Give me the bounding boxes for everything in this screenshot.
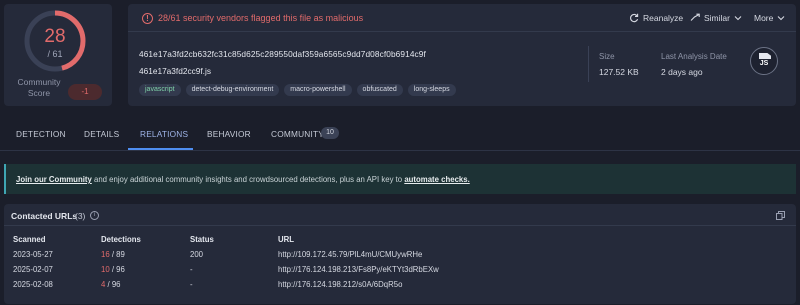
section-header: Contacted URLs (3) i <box>4 204 796 226</box>
tab-divider <box>0 150 800 151</box>
tag-obfuscated[interactable]: obfuscated <box>356 84 403 96</box>
scanned-date: 2025-02-07 <box>13 265 53 274</box>
community-banner: Join our Community and enjoy additional … <box>4 164 796 194</box>
meta-divider <box>588 46 589 82</box>
community-score-badge[interactable]: -1 <box>68 84 102 100</box>
last-analysis-label: Last Analysis Date <box>661 52 727 61</box>
table-row[interactable]: 2025-02-08 4 / 96 - http://176.124.198.2… <box>4 280 796 295</box>
url-link[interactable]: http://176.124.198.213/Fs8Py/eKTYt3dRbEX… <box>278 265 439 274</box>
file-hash[interactable]: 461e17a3fd2cb632fc31c85d625c289550daf359… <box>139 49 426 59</box>
detection-count: 28 <box>44 26 66 47</box>
table-row[interactable]: 2023-05-27 16 / 89 200 http://109.172.45… <box>4 250 796 265</box>
tag-long-sleeps[interactable]: long-sleeps <box>407 84 456 96</box>
detections-total: / 89 <box>109 250 125 259</box>
status-cell: - <box>190 265 193 274</box>
detections-cell: 10 / 96 <box>101 265 125 274</box>
community-score-label: Community Score <box>17 77 61 98</box>
js-file-icon: JS <box>750 47 778 75</box>
detections-malicious: 16 <box>101 250 110 259</box>
section-count: (3) <box>75 211 86 221</box>
url-link[interactable]: http://109.172.45.79/PlL4mU/CMUywRHe <box>278 250 422 259</box>
detections-cell: 16 / 89 <box>101 250 125 259</box>
banner-text: Join our Community and enjoy additional … <box>16 175 470 184</box>
join-community-link[interactable]: Join our Community <box>16 175 92 184</box>
tag-list: javascript detect-debug-environment macr… <box>139 84 456 96</box>
alert-text: 28/61 security vendors flagged this file… <box>158 13 364 23</box>
table-row[interactable]: 2025-02-07 10 / 96 - http://176.124.198.… <box>4 265 796 280</box>
tab-community[interactable]: COMMUNITY <box>271 129 324 139</box>
status-cell: 200 <box>190 250 204 259</box>
info-icon[interactable]: i <box>90 211 99 220</box>
size-value: 127.52 KB <box>599 67 639 77</box>
copy-icon[interactable] <box>776 211 785 220</box>
alert-row: ! 28/61 security vendors flagged this fi… <box>128 4 796 32</box>
chevron-down-icon <box>777 16 785 21</box>
scanned-date: 2023-05-27 <box>13 250 53 259</box>
column-header-status: Status <box>190 235 214 244</box>
document-icon <box>759 53 771 59</box>
chevron-down-icon <box>734 16 742 21</box>
exclamation-circle-icon: ! <box>142 13 153 24</box>
banner-body: and enjoy additional community insights … <box>91 175 405 184</box>
tag-javascript[interactable]: javascript <box>139 84 181 96</box>
url-link[interactable]: http://176.124.198.212/s0A/6DqR5o <box>278 280 402 289</box>
tab-bar: DETECTION DETAILS RELATIONS BEHAVIOR COM… <box>0 118 800 151</box>
detections-cell: 4 / 96 <box>101 280 121 289</box>
scanned-date: 2025-02-08 <box>13 280 53 289</box>
tab-behavior[interactable]: BEHAVIOR <box>207 129 251 139</box>
score-panel: 28 / 61 Community Score -1 <box>4 4 112 106</box>
automate-checks-link[interactable]: automate checks. <box>404 175 469 184</box>
detection-total: / 61 <box>47 49 63 59</box>
last-analysis-value: 2 days ago <box>661 67 703 77</box>
tag-detect-debug-environment[interactable]: detect-debug-environment <box>185 84 280 96</box>
similar-button[interactable]: Similar <box>690 13 743 23</box>
contacted-urls-section: Contacted URLs (3) i Scanned Detections … <box>4 204 796 304</box>
file-name: 461e17a3fd2cc9f.js <box>139 66 211 76</box>
section-title: Contacted URLs <box>11 211 78 221</box>
detections-total: / 96 <box>109 265 125 274</box>
more-button[interactable]: More <box>754 13 786 23</box>
more-label: More <box>754 13 774 23</box>
refresh-icon <box>630 13 639 23</box>
similar-label: Similar <box>704 13 730 23</box>
detections-total: / 96 <box>105 280 121 289</box>
reanalyze-label: Reanalyze <box>643 13 684 23</box>
reanalyze-button[interactable]: Reanalyze <box>629 13 683 23</box>
status-cell: - <box>190 280 193 289</box>
column-header-url: URL <box>278 235 295 244</box>
detections-malicious: 10 <box>101 265 110 274</box>
file-type-label: JS <box>759 60 769 67</box>
tab-details[interactable]: DETAILS <box>84 129 119 139</box>
column-header-detections: Detections <box>101 235 141 244</box>
size-label: Size <box>599 52 615 61</box>
similar-icon <box>690 13 700 21</box>
tag-macro-powershell[interactable]: macro-powershell <box>284 84 352 96</box>
column-header-scanned: Scanned <box>13 235 46 244</box>
tab-detection[interactable]: DETECTION <box>16 129 66 139</box>
file-info-panel: ! 28/61 security vendors flagged this fi… <box>128 4 796 106</box>
tab-relations[interactable]: RELATIONS <box>140 129 188 139</box>
community-count-badge: 10 <box>321 127 339 139</box>
